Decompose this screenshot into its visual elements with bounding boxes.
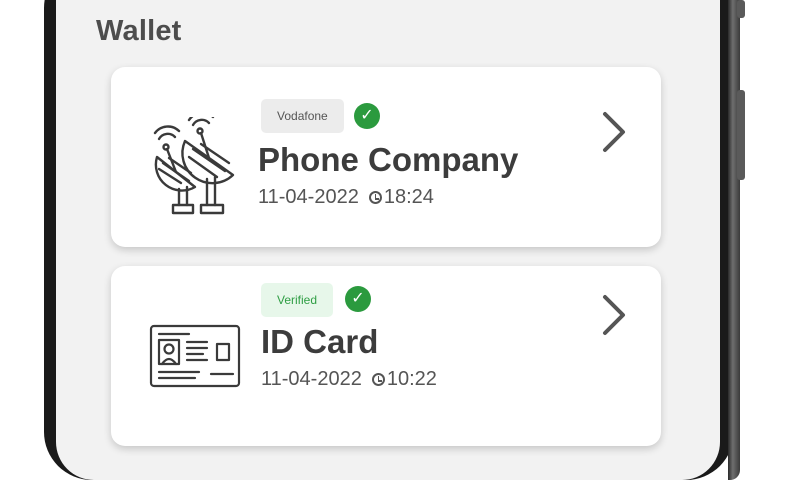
card-title: ID Card <box>261 323 379 360</box>
card-time: 18:24 <box>383 186 434 208</box>
clock-icon <box>371 373 385 386</box>
check-circle-icon: ✓ <box>354 103 380 129</box>
wallet-screen: Wallet Vodafone ✓ Phone Company 11-04-20… <box>56 0 720 480</box>
carrier-badge: Vodafone <box>261 99 344 133</box>
card-timestamp: 11-04-2022 10:22 <box>261 368 437 391</box>
satellite-dish-icon <box>153 117 235 215</box>
clock-icon <box>368 191 382 204</box>
wallet-card-id-card[interactable]: Verified ✓ ID Card 11-04-2022 10:22 <box>111 266 661 446</box>
card-date: 11-04-2022 <box>258 186 359 208</box>
side-button <box>737 90 745 180</box>
wallet-card-phone-company[interactable]: Vodafone ✓ Phone Company 11-04-2022 18:24 <box>111 67 661 247</box>
chevron-right-icon[interactable] <box>593 285 633 345</box>
verified-badge: Verified <box>261 283 334 317</box>
card-timestamp: 11-04-2022 18:24 <box>258 186 434 209</box>
card-date: 11-04-2022 <box>261 368 362 390</box>
phone-frame-edge <box>728 0 740 480</box>
chevron-right-icon[interactable] <box>593 102 633 162</box>
side-button <box>737 0 745 18</box>
card-title: Phone Company <box>258 141 519 178</box>
id-card-icon <box>149 324 241 388</box>
card-time: 10:22 <box>386 368 437 390</box>
check-circle-icon: ✓ <box>345 286 371 312</box>
page-title: Wallet <box>96 15 182 47</box>
